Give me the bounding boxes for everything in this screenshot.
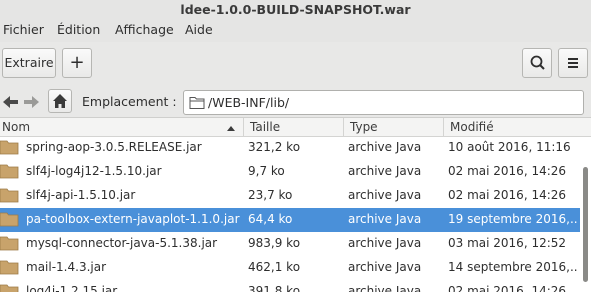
column-header-modified-label: Modifié — [450, 120, 494, 134]
back-button[interactable] — [0, 92, 21, 112]
column-header-modified[interactable]: Modifié — [444, 118, 591, 137]
file-archive-icon — [0, 212, 19, 227]
file-modified: 10 août 2016, 11:16 — [448, 140, 571, 154]
vertical-scrollbar[interactable] — [580, 137, 591, 292]
search-icon — [530, 55, 545, 70]
file-list: spring-aop-3.0.5.RELEASE.jar 321,2 ko ar… — [0, 137, 591, 292]
file-size: 462,1 ko — [248, 260, 301, 274]
column-header-type-label: Type — [350, 120, 378, 134]
file-row[interactable]: log4j-1.2.15.jar 391,8 ko archive Java 0… — [0, 280, 580, 292]
file-modified: 03 mai 2016, 12:52 — [448, 236, 567, 250]
file-modified: 14 septembre 2016,... — [448, 260, 578, 274]
file-modified: 02 mai 2016, 14:26 — [448, 164, 567, 178]
file-archive-icon — [0, 140, 19, 155]
file-type: archive Java — [348, 236, 422, 250]
file-archive-icon — [0, 284, 19, 292]
file-modified: 02 mai 2016, 14:26 — [448, 284, 567, 292]
file-archive-icon — [0, 236, 19, 251]
forward-arrow-icon — [24, 96, 39, 108]
search-button[interactable] — [522, 48, 552, 78]
menu-bar: Fichier Édition Affichage Aide — [0, 20, 591, 42]
column-headers: Nom Taille Type Modifié — [0, 118, 591, 137]
column-header-size[interactable]: Taille — [244, 118, 344, 137]
file-type: archive Java — [348, 212, 422, 226]
file-name: pa-toolbox-extern-javaplot-1.1.0.jar — [26, 212, 240, 226]
file-modified: 19 septembre 2016,... — [448, 212, 578, 226]
file-size: 391,8 ko — [248, 284, 301, 292]
file-type: archive Java — [348, 188, 422, 202]
file-size: 321,2 ko — [248, 140, 301, 154]
file-row[interactable]: mysql-connector-java-5.1.38.jar 983,9 ko… — [0, 232, 580, 256]
hamburger-menu-icon — [568, 58, 578, 68]
file-type: archive Java — [348, 284, 422, 292]
file-name: mysql-connector-java-5.1.38.jar — [26, 236, 218, 250]
location-field[interactable]: /WEB-INF/lib/ — [183, 90, 584, 115]
file-type: archive Java — [348, 164, 422, 178]
location-bar: Emplacement : /WEB-INF/lib/ — [0, 84, 591, 118]
menu-affichage[interactable]: Affichage — [115, 20, 174, 42]
file-row-selected[interactable]: pa-toolbox-extern-javaplot-1.1.0.jar 64,… — [0, 208, 580, 232]
back-arrow-icon — [3, 96, 18, 108]
forward-button[interactable] — [21, 92, 42, 112]
file-name: slf4j-log4j12-1.5.10.jar — [26, 164, 162, 178]
file-row[interactable]: slf4j-log4j12-1.5.10.jar 9,7 ko archive … — [0, 160, 580, 184]
file-name: mail-1.4.3.jar — [26, 260, 107, 274]
add-button[interactable]: + — [62, 48, 92, 78]
file-row[interactable]: slf4j-api-1.5.10.jar 23,7 ko archive Jav… — [0, 184, 580, 208]
column-header-name[interactable]: Nom — [0, 118, 244, 137]
location-label: Emplacement : — [82, 94, 177, 109]
file-size: 23,7 ko — [248, 188, 293, 202]
file-archive-icon — [0, 260, 19, 275]
folder-icon — [189, 97, 205, 109]
file-archive-icon — [0, 164, 19, 179]
scrollbar-thumb[interactable] — [583, 167, 588, 282]
file-size: 9,7 ko — [248, 164, 285, 178]
menu-edition[interactable]: Édition — [57, 20, 100, 42]
location-path: /WEB-INF/lib/ — [208, 95, 290, 110]
menu-aide[interactable]: Aide — [185, 20, 213, 42]
home-icon — [53, 94, 67, 108]
file-row[interactable]: spring-aop-3.0.5.RELEASE.jar 321,2 ko ar… — [0, 137, 580, 160]
menu-fichier[interactable]: Fichier — [3, 20, 44, 42]
column-header-name-label: Nom — [2, 120, 31, 134]
file-type: archive Java — [348, 140, 422, 154]
column-header-type[interactable]: Type — [344, 118, 444, 137]
file-size: 983,9 ko — [248, 236, 301, 250]
file-size: 64,4 ko — [248, 212, 293, 226]
file-row[interactable]: mail-1.4.3.jar 462,1 ko archive Java 14 … — [0, 256, 580, 280]
main-menu-button[interactable] — [558, 48, 588, 78]
extract-button[interactable]: Extraire — [2, 48, 56, 78]
window-title: ldee-1.0.0-BUILD-SNAPSHOT.war — [0, 0, 591, 20]
file-type: archive Java — [348, 260, 422, 274]
file-name: spring-aop-3.0.5.RELEASE.jar — [26, 140, 202, 154]
home-button[interactable] — [48, 89, 72, 113]
file-modified: 02 mai 2016, 14:26 — [448, 188, 567, 202]
column-header-size-label: Taille — [250, 120, 281, 134]
file-archive-icon — [0, 188, 19, 203]
toolbar: Extraire + — [0, 42, 591, 84]
sort-ascending-icon — [227, 126, 235, 131]
file-name: log4j-1.2.15.jar — [26, 284, 118, 292]
file-name: slf4j-api-1.5.10.jar — [26, 188, 136, 202]
